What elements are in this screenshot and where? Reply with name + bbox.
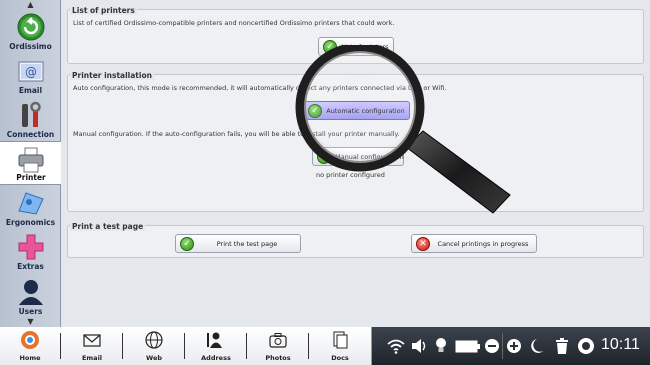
- taskbar-label: Home: [19, 354, 41, 362]
- button-label: Print the test page: [216, 240, 278, 248]
- check-icon: ✓: [180, 237, 194, 251]
- print-test-page-button[interactable]: ✓ Print the test page: [175, 234, 301, 253]
- sidebar: ▲ Ordissimo @ Email Connection Printer E…: [0, 0, 62, 327]
- moon-icon[interactable]: [531, 337, 545, 355]
- button-label: Automatic configuration: [326, 107, 405, 115]
- sidebar-item-printer[interactable]: Printer: [0, 141, 62, 185]
- back-arrow-icon: [17, 13, 44, 41]
- divider: [60, 333, 61, 359]
- auto-config-description: Auto configuration, this mode is recomme…: [73, 84, 447, 92]
- divider: [184, 333, 185, 359]
- button-label: Cancel printings in progress: [437, 240, 529, 248]
- tools-icon: [21, 101, 41, 127]
- zoom-out-icon[interactable]: [484, 337, 500, 355]
- svg-text:@: @: [25, 65, 37, 79]
- panel-title: Printer installation: [70, 71, 154, 80]
- sidebar-item-extras[interactable]: Extras: [0, 229, 61, 273]
- taskbar-address[interactable]: Address: [192, 329, 240, 363]
- taskbar-home[interactable]: Home: [6, 329, 54, 363]
- list-printers-panel: List of printers List of certified Ordis…: [67, 6, 644, 64]
- automatic-configuration-button[interactable]: ✓ Automatic configuration: [303, 101, 410, 120]
- wifi-icon[interactable]: [387, 337, 405, 355]
- list-printers-button[interactable]: ✓ List of printers: [318, 37, 394, 56]
- sidebar-item-label: Ergonomics: [5, 218, 56, 227]
- manual-configuration-button[interactable]: ✓ Manual configuration: [312, 147, 404, 166]
- camera-icon: [269, 333, 287, 348]
- sidebar-item-label: Extras: [17, 262, 44, 271]
- user-icon: [18, 280, 43, 305]
- cancel-printings-button[interactable]: ✕ Cancel printings in progress: [411, 234, 537, 253]
- help-lifebuoy-icon[interactable]: [577, 337, 595, 355]
- taskbar-docs[interactable]: Docs: [316, 329, 364, 363]
- sidebar-item-label: Email: [18, 86, 43, 95]
- divider: [308, 333, 309, 359]
- zoom-in-icon[interactable]: [506, 337, 522, 355]
- panel-title: Print a test page: [70, 222, 146, 231]
- battery-icon: [455, 340, 480, 353]
- printer-status-text: no printer configured: [316, 171, 385, 179]
- taskbar-label: Docs: [331, 354, 349, 362]
- sidebar-item-ordissimo[interactable]: Ordissimo: [0, 9, 61, 53]
- taskbar: Home Email Web Address Photos Docs 10:11: [0, 327, 650, 365]
- divider: [122, 333, 123, 359]
- sidebar-item-ergonomics[interactable]: Ergonomics: [0, 185, 61, 229]
- documents-icon: [333, 331, 348, 349]
- button-label: List of printers: [341, 43, 389, 51]
- taskbar-label: Photos: [265, 354, 291, 362]
- taskbar-web[interactable]: Web: [130, 329, 178, 363]
- check-icon: ✓: [323, 40, 337, 54]
- divider: [246, 333, 247, 359]
- taskbar-apps: Home Email Web Address Photos Docs: [0, 327, 372, 365]
- envelope-icon: [83, 334, 101, 347]
- globe-icon: [145, 331, 163, 349]
- sidebar-item-connection[interactable]: Connection: [0, 97, 61, 141]
- sidebar-scroll-down-icon[interactable]: ▼: [0, 318, 61, 326]
- panel-title: List of printers: [70, 6, 137, 15]
- test-page-panel: Print a test page ✓ Print the test page …: [67, 222, 644, 258]
- taskbar-email[interactable]: Email: [68, 329, 116, 363]
- printer-installation-panel: Printer installation Auto configuration,…: [67, 71, 644, 212]
- printer-icon: [18, 147, 44, 173]
- sidebar-item-label: Users: [18, 307, 43, 316]
- main-content: List of printers List of certified Ordis…: [61, 0, 650, 327]
- address-book-icon: [207, 332, 222, 348]
- sidebar-item-email[interactable]: @ Email: [0, 53, 61, 97]
- taskbar-photos[interactable]: Photos: [254, 329, 302, 363]
- trash-icon[interactable]: [554, 337, 570, 355]
- taskbar-label: Address: [201, 354, 231, 362]
- button-label: Manual configuration: [335, 153, 404, 161]
- list-printers-description: List of certified Ordissimo-compatible p…: [73, 19, 395, 27]
- volume-icon[interactable]: [410, 337, 428, 355]
- email-settings-icon: @: [18, 61, 43, 82]
- check-icon: ✓: [317, 150, 331, 164]
- sidebar-item-label: Printer: [16, 173, 46, 182]
- lightbulb-icon[interactable]: [434, 337, 448, 355]
- cancel-icon: ✕: [416, 237, 430, 251]
- clock: 10:11: [601, 336, 640, 353]
- manual-config-description: Manual configuration. If the auto-config…: [73, 130, 400, 138]
- sidebar-item-label: Ordissimo: [9, 42, 52, 51]
- sidebar-item-users[interactable]: Users: [0, 274, 61, 318]
- divider: [502, 333, 503, 359]
- ergonomics-icon: [17, 192, 44, 215]
- taskbar-label: Web: [146, 354, 162, 362]
- home-icon: [21, 331, 39, 349]
- check-icon: ✓: [308, 104, 322, 118]
- sidebar-item-label: Connection: [6, 130, 55, 139]
- taskbar-label: Email: [81, 354, 103, 362]
- plus-icon: [18, 234, 43, 260]
- sidebar-scroll-up-icon[interactable]: ▲: [0, 1, 61, 9]
